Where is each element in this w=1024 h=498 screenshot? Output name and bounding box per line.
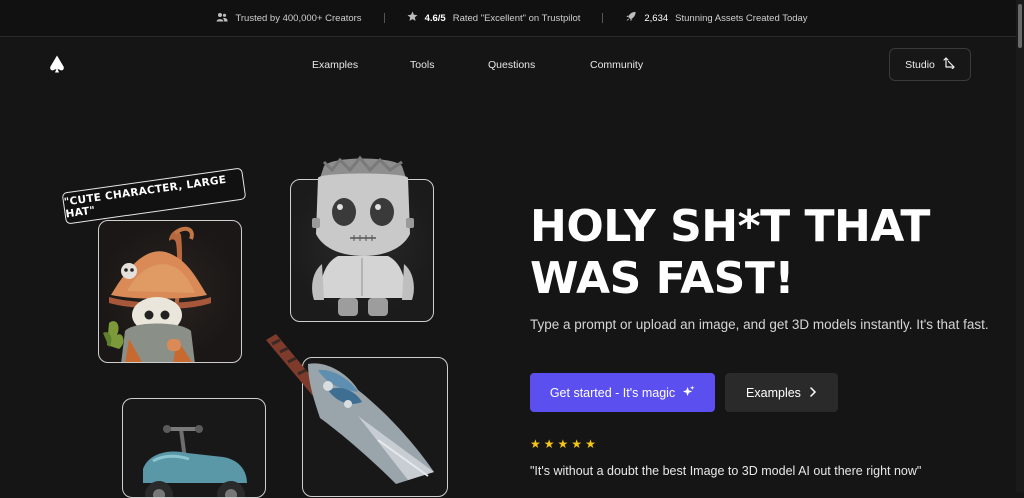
star-icon: ★ xyxy=(571,437,583,451)
chevron-right-icon xyxy=(809,386,817,400)
spade-logo-icon[interactable] xyxy=(47,54,67,74)
showcase-card-wizard xyxy=(98,220,242,363)
divider xyxy=(383,13,385,23)
scooter-image xyxy=(143,425,247,497)
assets-count: 2,634 xyxy=(644,12,669,24)
wizard-character-image xyxy=(103,226,211,362)
examples-label: Examples xyxy=(746,385,801,400)
nav-links: Examples Tools Questions Community xyxy=(312,59,643,71)
trust-bar: Trusted by 400,000+ Creators 4.6/5 Rated… xyxy=(0,0,1024,37)
hero-subtext: Type a prompt or upload an image, and ge… xyxy=(530,317,989,332)
monster-character-image xyxy=(312,155,414,316)
arrow-corner-icon xyxy=(943,57,955,72)
nav-link-examples[interactable]: Examples xyxy=(312,59,410,71)
get-started-button[interactable]: Get started - It's magic xyxy=(530,373,715,412)
testimonial-quote: "It's without a doubt the best Image to … xyxy=(530,464,922,478)
showcase-card-scooter xyxy=(122,398,266,498)
nav-link-questions[interactable]: Questions xyxy=(488,59,590,71)
trust-item-rating: 4.6/5 Rated "Excellent" on Trustpilot xyxy=(407,11,581,25)
get-started-label: Get started - It's magic xyxy=(549,385,676,400)
users-icon xyxy=(216,12,229,25)
prompt-tag: "CUTE CHARACTER, LARGE HAT" xyxy=(61,167,247,225)
examples-button[interactable]: Examples xyxy=(725,373,838,412)
trust-creators-text: Trusted by 400,000+ Creators xyxy=(235,12,362,24)
scrollbar-thumb[interactable] xyxy=(1018,4,1022,48)
rating-text: Rated "Excellent" on Trustpilot xyxy=(452,12,581,24)
studio-label: Studio xyxy=(905,58,935,71)
star-icon: ★ xyxy=(557,437,569,451)
star-icon: ★ xyxy=(543,437,555,451)
sparkle-icon xyxy=(682,384,695,401)
headline-line-2: WAS FAST! xyxy=(530,253,794,304)
rocket-icon xyxy=(625,11,637,25)
star-icon: ★ xyxy=(530,437,541,451)
star-icon: ★ xyxy=(585,437,596,451)
scrollbar[interactable] xyxy=(1016,0,1024,492)
rating-score: 4.6/5 xyxy=(424,12,446,24)
trust-item-creators: Trusted by 400,000+ Creators xyxy=(216,12,362,25)
star-icon xyxy=(407,11,418,25)
nav-link-community[interactable]: Community xyxy=(590,59,643,71)
main-nav: Examples Tools Questions Community Studi… xyxy=(0,37,1016,97)
rating-stars: ★ ★ ★ ★ ★ xyxy=(530,437,596,451)
hero-headline: HOLY SH*T THAT WAS FAST! xyxy=(530,201,970,305)
studio-button[interactable]: Studio xyxy=(889,48,971,81)
trust-item-assets: 2,634 Stunning Assets Created Today xyxy=(625,11,808,25)
divider xyxy=(602,13,604,23)
assets-text: Stunning Assets Created Today xyxy=(675,12,808,24)
weapon-axe-image xyxy=(266,334,434,484)
nav-link-tools[interactable]: Tools xyxy=(410,59,488,71)
headline-line-1: HOLY SH*T THAT xyxy=(530,201,930,252)
